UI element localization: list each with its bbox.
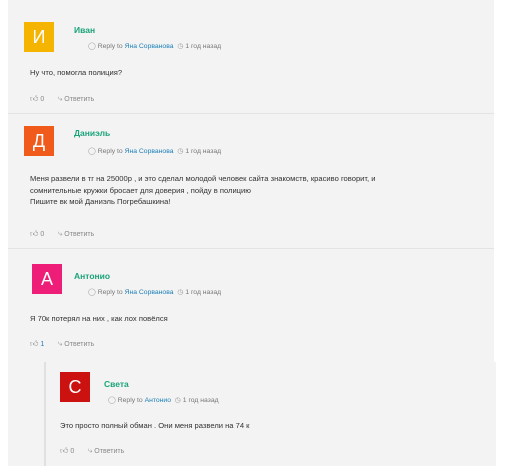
comment-time: 1 год назад bbox=[185, 43, 222, 50]
avatar: А bbox=[32, 264, 62, 294]
thumbs-up-icon: 👍︎ bbox=[30, 229, 39, 238]
reply-label: Ответить bbox=[64, 231, 95, 238]
like-count: 1 bbox=[40, 341, 45, 348]
comment-actions: 👍︎ 1 ⤷ Ответить bbox=[30, 339, 94, 349]
thumbs-up-icon: 👍︎ bbox=[60, 446, 69, 455]
comment-author[interactable]: Иван bbox=[74, 25, 95, 35]
comment-time: 1 год назад bbox=[185, 148, 222, 155]
reply-button[interactable]: ⤷ Ответить bbox=[57, 94, 95, 103]
comment-author[interactable]: Даниэль bbox=[74, 128, 110, 138]
comment-text: Меня развели в тг на 25000р , и это сдел… bbox=[30, 173, 490, 208]
comment-text: Я 70к потерял на них , как лох повёлся bbox=[30, 313, 168, 325]
like-count: 0 bbox=[40, 96, 45, 103]
avatar: И bbox=[24, 22, 54, 52]
reply-to-label: Reply to bbox=[97, 148, 123, 155]
comment-item: А Антонио ◯ Reply to Яна Сорванова ◷ 1 г… bbox=[8, 249, 494, 357]
reply-button[interactable]: ⤷ Ответить bbox=[87, 446, 125, 455]
reply-label: Ответить bbox=[64, 341, 95, 348]
thumbs-up-icon: 👍︎ bbox=[30, 94, 39, 103]
comment-text: Это просто полный обман . Они меня разве… bbox=[60, 420, 250, 432]
clock-icon: ◷ bbox=[177, 148, 184, 155]
like-button[interactable]: 👍︎ 0 bbox=[30, 229, 45, 238]
reply-button[interactable]: ⤷ Ответить bbox=[57, 339, 95, 348]
reply-to-label: Reply to bbox=[117, 397, 143, 404]
clock-icon: ◷ bbox=[174, 397, 181, 404]
reply-to-link[interactable]: Яна Сорванова bbox=[125, 148, 174, 155]
reply-to-link[interactable]: Яна Сорванова bbox=[125, 43, 174, 50]
reply-arrow-icon: ⤷ bbox=[57, 339, 63, 348]
reply-bubble-icon: ◯ bbox=[88, 289, 96, 296]
reply-arrow-icon: ⤷ bbox=[87, 446, 93, 455]
reply-to-link[interactable]: Антонио bbox=[145, 397, 171, 404]
comment-actions: 👍︎ 0 ⤷ Ответить bbox=[30, 94, 94, 104]
like-count: 0 bbox=[40, 231, 45, 238]
comment-time: 1 год назад bbox=[185, 289, 222, 296]
comment-meta: ◯ Reply to Яна Сорванова ◷ 1 год назад bbox=[88, 42, 221, 50]
like-button[interactable]: 👍︎ 0 bbox=[60, 446, 75, 455]
comment-text-line: сомнительные кружки бросает для доверия … bbox=[30, 185, 251, 195]
comments-section: И Иван ◯ Reply to Яна Сорванова ◷ 1 год … bbox=[8, 0, 496, 466]
comment-author[interactable]: Антонио bbox=[74, 271, 110, 281]
reply-arrow-icon: ⤷ bbox=[57, 94, 63, 103]
like-button[interactable]: 👍︎ 1 bbox=[30, 339, 45, 348]
reply-to-label: Reply to bbox=[97, 43, 123, 50]
reply-bubble-icon: ◯ bbox=[108, 397, 116, 404]
reply-to-link[interactable]: Яна Сорванова bbox=[125, 289, 174, 296]
comment-actions: 👍︎ 0 ⤷ Ответить bbox=[30, 229, 94, 239]
like-button[interactable]: 👍︎ 0 bbox=[30, 94, 45, 103]
comment-author[interactable]: Света bbox=[104, 379, 129, 389]
comment-text-line: Меня развели в тг на 25000р , и это сдел… bbox=[30, 174, 376, 183]
comment-text-line: Это просто полный обман . Они меня разве… bbox=[60, 421, 250, 430]
comment-meta: ◯ Reply to Яна Сорванова ◷ 1 год назад bbox=[88, 147, 221, 155]
comment-time: 1 год назад bbox=[182, 397, 219, 404]
comment-text: Ну что, помогла полиция? bbox=[30, 67, 122, 79]
avatar: Д bbox=[24, 126, 54, 156]
like-count: 0 bbox=[70, 448, 75, 455]
comment-reply-item: С Света ◯ Reply to Антонио ◷ 1 год назад… bbox=[44, 362, 496, 466]
avatar: С bbox=[60, 372, 90, 402]
reply-bubble-icon: ◯ bbox=[88, 148, 96, 155]
thumbs-up-icon: 👍︎ bbox=[30, 339, 39, 348]
comment-meta: ◯ Reply to Антонио ◷ 1 год назад bbox=[108, 396, 219, 404]
comment-text-line: Пишите вк мой Даниэль Погребашкина! bbox=[30, 197, 171, 206]
reply-bubble-icon: ◯ bbox=[88, 43, 96, 50]
comment-item: И Иван ◯ Reply to Яна Сорванова ◷ 1 год … bbox=[8, 0, 494, 114]
reply-label: Ответить bbox=[94, 448, 125, 455]
comment-text-line: Ну что, помогла полиция? bbox=[30, 68, 123, 77]
reply-to-label: Reply to bbox=[97, 289, 123, 296]
comment-meta: ◯ Reply to Яна Сорванова ◷ 1 год назад bbox=[88, 288, 221, 296]
reply-arrow-icon: ⤷ bbox=[57, 229, 63, 238]
reply-label: Ответить bbox=[64, 96, 95, 103]
comment-item: Д Даниэль ◯ Reply to Яна Сорванова ◷ 1 г… bbox=[8, 114, 494, 249]
comment-text-line: Я 70к потерял на них , как лох повёлся bbox=[30, 314, 168, 323]
clock-icon: ◷ bbox=[177, 43, 184, 50]
comment-actions: 👍︎ 0 ⤷ Ответить bbox=[60, 446, 124, 456]
reply-button[interactable]: ⤷ Ответить bbox=[57, 229, 95, 238]
clock-icon: ◷ bbox=[177, 289, 184, 296]
